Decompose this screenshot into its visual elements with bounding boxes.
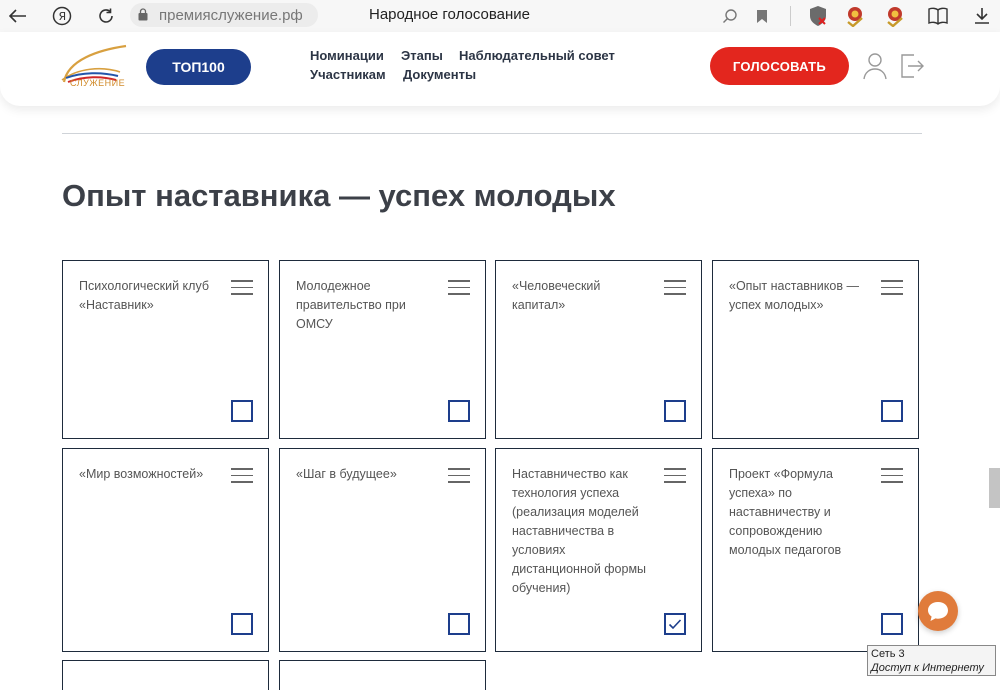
nav-nominations[interactable]: Номинации [310, 48, 384, 63]
menu-icon[interactable] [231, 468, 253, 484]
nominee-card[interactable]: «Шаг в будущее» [279, 448, 486, 652]
yandex-icon[interactable]: Я [50, 4, 74, 28]
extension-icon[interactable] [883, 4, 907, 28]
menu-icon[interactable] [448, 280, 470, 296]
toolbar-divider [790, 6, 791, 26]
download-icon[interactable] [970, 4, 994, 28]
search-icon[interactable] [718, 4, 742, 28]
section-title: Опыт наставника — успех молодых [62, 178, 616, 213]
reload-icon[interactable] [94, 4, 118, 28]
site-header: СЛУЖЕНИЕ ТОП100 Номинации Этапы Наблюдат… [0, 32, 1000, 106]
card-title: Молодежное правительство при ОМСУ [296, 279, 406, 331]
tooltip-line2: Доступ к Интернету [871, 662, 984, 674]
vote-checkbox[interactable] [448, 613, 470, 635]
menu-icon[interactable] [448, 468, 470, 484]
user-icon[interactable] [862, 52, 888, 80]
network-tooltip: Сеть 3 Доступ к Интернету [867, 645, 996, 676]
card-title: «Шаг в будущее» [296, 467, 397, 481]
nominee-card[interactable]: Психологический клуб «Наставник» [62, 260, 269, 439]
card-title: «Мир возможностей» [79, 467, 204, 481]
logo-text: СЛУЖЕНИЕ [70, 78, 126, 88]
vote-checkbox[interactable] [664, 400, 686, 422]
chat-button[interactable] [918, 591, 958, 631]
card-title: Проект «Формула успеха» по наставничеств… [729, 467, 842, 557]
vote-checkbox[interactable] [881, 613, 903, 635]
shield-icon[interactable] [806, 4, 830, 28]
card-title: Психологический клуб «Наставник» [79, 279, 210, 312]
nav-participants[interactable]: Участникам [310, 67, 386, 82]
nominee-card[interactable]: «Опыт наставников — успех молодых» [712, 260, 919, 439]
card-title: Наставничество как технология успеха (ре… [512, 467, 647, 595]
card-title: «Опыт наставников — успех молодых» [729, 279, 859, 312]
nav-supervisory-board[interactable]: Наблюдательный совет [459, 48, 615, 63]
bookmark-icon[interactable] [750, 4, 774, 28]
menu-icon[interactable] [231, 280, 253, 296]
svg-text:Я: Я [59, 10, 67, 23]
nav-documents[interactable]: Документы [403, 67, 476, 82]
extension-icon[interactable] [843, 4, 867, 28]
reader-icon[interactable] [926, 4, 950, 28]
menu-icon[interactable] [664, 280, 686, 296]
checkmark-icon [668, 619, 682, 630]
tooltip-line1: Сеть 3 [871, 648, 905, 660]
address-text: премияслужение.рф [159, 7, 303, 24]
browser-toolbar: Я премияслужение.рф Народное голосование [0, 0, 1000, 33]
nominee-card[interactable]: Проект «Формула успеха» по наставничеств… [712, 448, 919, 652]
card-title: «Человеческий капитал» [512, 279, 601, 312]
logout-icon[interactable] [898, 52, 924, 80]
chat-icon [928, 602, 948, 621]
nominee-card[interactable]: «Мир возможностей» [62, 448, 269, 652]
nominee-card[interactable] [62, 660, 269, 690]
vote-checkbox[interactable] [231, 400, 253, 422]
nominee-card[interactable]: Молодежное правительство при ОМСУ [279, 260, 486, 439]
nav-stages[interactable]: Этапы [401, 48, 443, 63]
lock-icon [138, 8, 148, 21]
tab-title: Народное голосование [369, 6, 530, 23]
back-arrow-icon[interactable] [6, 4, 30, 28]
nominee-card[interactable] [279, 660, 486, 690]
nominee-card[interactable]: Наставничество как технология успеха (ре… [495, 448, 702, 652]
menu-icon[interactable] [664, 468, 686, 484]
top100-button[interactable]: ТОП100 [146, 49, 251, 85]
vote-checkbox[interactable] [448, 400, 470, 422]
vote-checkbox-checked[interactable] [664, 613, 686, 635]
menu-icon[interactable] [881, 468, 903, 484]
section-divider [62, 133, 922, 134]
menu-icon[interactable] [881, 280, 903, 296]
address-bar[interactable]: премияслужение.рф [130, 3, 318, 27]
vote-button[interactable]: ГОЛОСОВАТЬ [710, 47, 849, 85]
vote-checkbox[interactable] [231, 613, 253, 635]
vote-checkbox[interactable] [881, 400, 903, 422]
nominee-card[interactable]: «Человеческий капитал» [495, 260, 702, 439]
scrollbar-thumb[interactable] [989, 468, 1000, 508]
